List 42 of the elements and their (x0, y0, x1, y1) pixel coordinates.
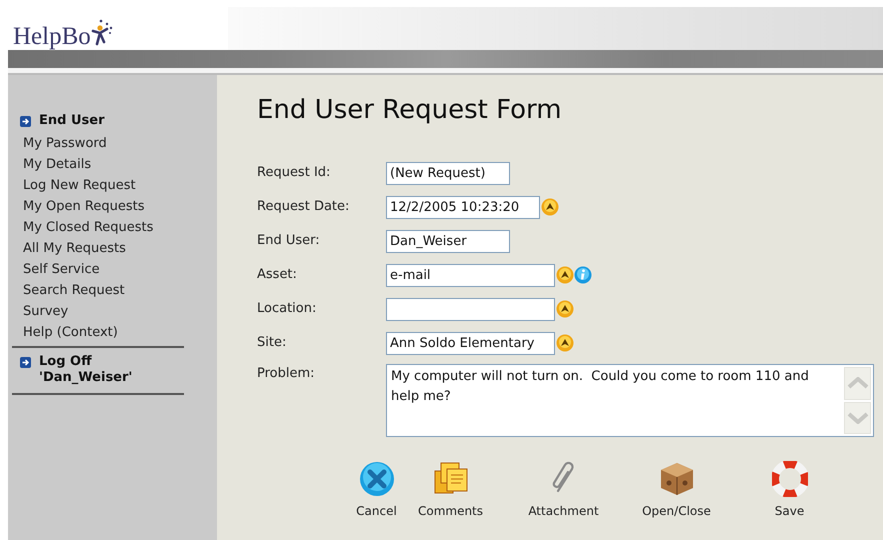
sidebar-link[interactable]: Survey (12, 301, 217, 322)
sidebar-link[interactable]: Self Service (12, 259, 217, 280)
crate-icon (658, 461, 694, 498)
input-field[interactable]: e-mail (386, 264, 555, 287)
sidebar-link[interactable]: Help (Context) (12, 322, 217, 343)
sidebar-link[interactable]: My Password (12, 133, 217, 154)
field-label: Request Id: (257, 164, 332, 182)
form-title: End User Request Form (257, 95, 563, 126)
sidebar-link[interactable]: My Open Requests (12, 196, 217, 217)
attachment-button[interactable]: Attachment (507, 461, 620, 520)
lookup-icon[interactable] (556, 334, 574, 352)
field-label: Site: (257, 334, 288, 352)
open-close-button[interactable]: Open/Close (620, 461, 733, 520)
input-field[interactable]: Ann Soldo Elementary (386, 332, 555, 355)
sidebar-link[interactable]: My Details (12, 154, 217, 175)
sidebar-heading[interactable]: Log Off 'Dan_Weiser' (39, 354, 132, 386)
sidebar-link[interactable]: Search Request (12, 280, 217, 301)
sidebar-link[interactable]: Log New Request (12, 175, 217, 196)
input-field[interactable]: 12/2/2005 10:23:20 (386, 196, 540, 219)
input-field[interactable]: Dan_Weiser (386, 230, 510, 253)
lookup-icon[interactable] (541, 198, 559, 216)
life-ring-icon (772, 461, 808, 498)
input-field[interactable] (386, 298, 555, 321)
field-label: End User: (257, 232, 321, 250)
sidebar-link[interactable]: All My Requests (12, 238, 217, 259)
arrow-icon (20, 116, 31, 127)
star-figure-icon (90, 18, 113, 46)
field-label: Asset: (257, 266, 298, 284)
input-field[interactable]: (New Request) (386, 162, 510, 185)
lookup-icon[interactable] (556, 300, 574, 318)
field-label: Location: (257, 300, 318, 318)
lookup-icon[interactable] (556, 266, 574, 284)
arrow-icon (20, 357, 31, 368)
sidebar-link[interactable]: My Closed Requests (12, 217, 217, 238)
sidebar-heading[interactable]: End User (39, 113, 104, 129)
field-label: Problem: (257, 365, 316, 384)
logo-text: HelpBo (13, 22, 91, 52)
close-icon (358, 461, 394, 498)
comments-button[interactable]: Comments (394, 461, 507, 520)
field-label: Request Date: (257, 198, 350, 216)
save-button[interactable]: Save (733, 461, 846, 520)
cancel-button[interactable]: Cancel (359, 461, 394, 520)
